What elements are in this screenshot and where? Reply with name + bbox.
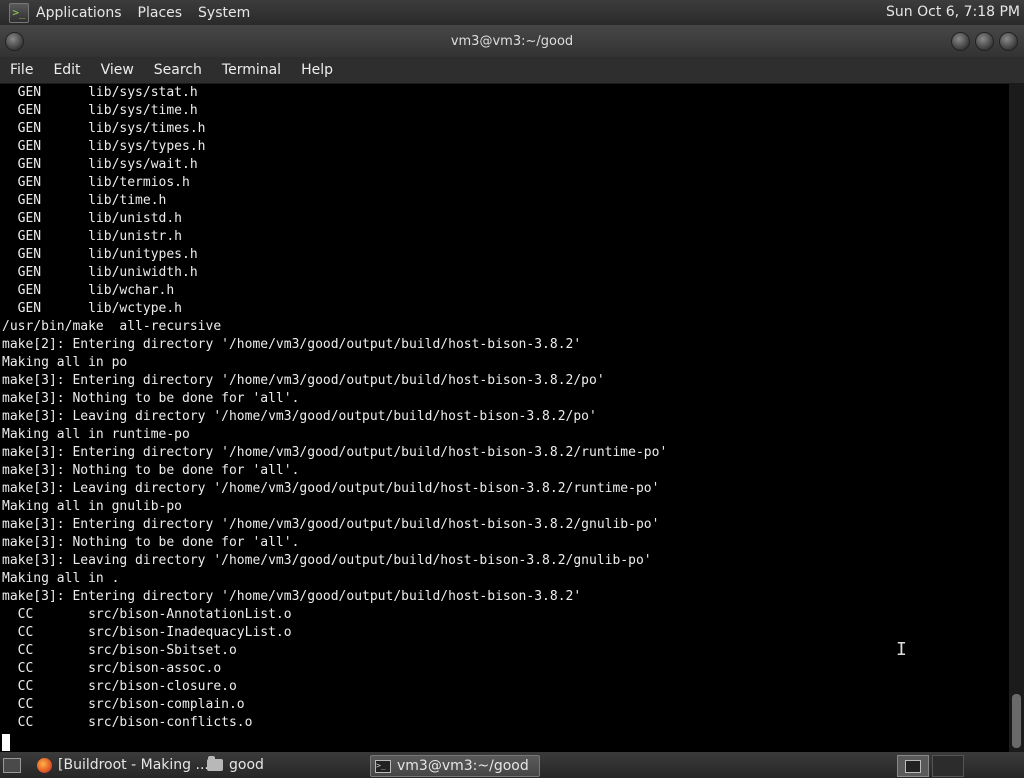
terminal-line: GEN lib/sys/types.h: [2, 139, 206, 154]
menu-help[interactable]: Help: [291, 62, 343, 78]
taskbar-item-terminal[interactable]: >_ vm3@vm3:~/good: [370, 755, 540, 777]
terminal-line: CC src/bison-InadequacyList.o: [2, 625, 292, 640]
terminal-line: GEN lib/unistr.h: [2, 229, 183, 244]
terminal-line: GEN lib/sys/times.h: [2, 121, 206, 136]
terminal-line: CC src/bison-AnnotationList.o: [2, 607, 292, 622]
terminal-line: make[3]: Nothing to be done for 'all'.: [2, 391, 300, 406]
terminal-line: GEN lib/wctype.h: [2, 301, 183, 316]
terminal-icon: [905, 759, 921, 773]
terminal-line: GEN lib/sys/stat.h: [2, 85, 198, 100]
terminal-line: GEN lib/unistd.h: [2, 211, 183, 226]
terminal-line: GEN lib/sys/time.h: [2, 103, 198, 118]
workspace-2[interactable]: [932, 755, 964, 777]
taskbar-item-label: vm3@vm3:~/good: [397, 758, 529, 774]
menu-search[interactable]: Search: [144, 62, 212, 78]
maximize-button[interactable]: [975, 32, 994, 51]
terminal-line: make[3]: Entering directory '/home/vm3/g…: [2, 517, 660, 532]
terminal-output[interactable]: GEN lib/sys/stat.h GEN lib/sys/time.h GE…: [0, 84, 1009, 752]
terminal-scrollbar[interactable]: [1009, 84, 1024, 752]
menu-file[interactable]: File: [0, 62, 43, 78]
show-desktop-icon[interactable]: [3, 758, 21, 773]
terminal-line: make[3]: Entering directory '/home/vm3/g…: [2, 589, 582, 604]
terminal-line: make[3]: Nothing to be done for 'all'.: [2, 463, 300, 478]
menu-terminal[interactable]: Terminal: [212, 62, 291, 78]
terminal-line: CC src/bison-complain.o: [2, 697, 245, 712]
taskbar-item-label: [Buildroot - Making ...: [58, 757, 209, 773]
terminal-line: make[3]: Entering directory '/home/vm3/g…: [2, 445, 668, 460]
terminal-line: Making all in gnulib-po: [2, 499, 183, 514]
window-menu-button[interactable]: [5, 32, 24, 51]
terminal-line: /usr/bin/make all-recursive: [2, 319, 222, 334]
menu-edit[interactable]: Edit: [43, 62, 90, 78]
firefox-icon: [37, 757, 52, 773]
terminal-line: CC src/bison-assoc.o: [2, 661, 222, 676]
taskbar-item-label: good: [229, 757, 264, 773]
terminal-app-icon[interactable]: >_: [9, 2, 29, 23]
top-menu: Applications Places System: [36, 5, 250, 21]
terminal-line: CC src/bison-closure.o: [2, 679, 237, 694]
taskbar-item-browser[interactable]: [Buildroot - Making ...: [37, 755, 209, 775]
terminal-line: CC src/bison-conflicts.o: [2, 715, 253, 730]
workspace-1[interactable]: [897, 755, 929, 777]
terminal-cursor: [2, 734, 10, 751]
clock[interactable]: Sun Oct 6, 7:18 PM: [886, 4, 1020, 20]
terminal-line: make[3]: Entering directory '/home/vm3/g…: [2, 373, 605, 388]
menu-view[interactable]: View: [91, 62, 144, 78]
terminal-line: make[3]: Leaving directory '/home/vm3/go…: [2, 409, 597, 424]
terminal-line: make[3]: Leaving directory '/home/vm3/go…: [2, 553, 652, 568]
places-menu[interactable]: Places: [138, 5, 183, 21]
terminal-line: make[3]: Leaving directory '/home/vm3/go…: [2, 481, 660, 496]
terminal-line: Making all in po: [2, 355, 128, 370]
terminal-icon: >_: [375, 759, 391, 773]
window-title-bar[interactable]: vm3@vm3:~/good: [0, 25, 1024, 58]
close-button[interactable]: [999, 32, 1018, 51]
terminal-line: GEN lib/termios.h: [2, 175, 190, 190]
minimize-button[interactable]: [951, 32, 970, 51]
folder-icon: [207, 756, 223, 771]
terminal-line: GEN lib/wchar.h: [2, 283, 175, 298]
terminal-line: CC src/bison-Sbitset.o: [2, 643, 237, 658]
terminal-line: Making all in runtime-po: [2, 427, 190, 442]
text-cursor-icon: I: [896, 639, 907, 660]
terminal-line: GEN lib/sys/wait.h: [2, 157, 198, 172]
taskbar-item-folder[interactable]: good: [207, 755, 264, 775]
terminal-line: GEN lib/unitypes.h: [2, 247, 198, 262]
scrollbar-thumb[interactable]: [1012, 694, 1021, 748]
terminal-line: make[2]: Entering directory '/home/vm3/g…: [2, 337, 582, 352]
system-menu[interactable]: System: [198, 5, 250, 21]
terminal-line: make[3]: Nothing to be done for 'all'.: [2, 535, 300, 550]
terminal-line: GEN lib/time.h: [2, 193, 167, 208]
terminal-line: Making all in .: [2, 571, 120, 586]
top-panel: >_ Applications Places System Sun Oct 6,…: [0, 0, 1024, 25]
menu-bar: File Edit View Search Terminal Help: [0, 57, 1024, 84]
terminal-line: GEN lib/uniwidth.h: [2, 265, 198, 280]
bottom-panel: [Buildroot - Making ... good >_ vm3@vm3:…: [0, 752, 1024, 778]
window-title: vm3@vm3:~/good: [450, 33, 574, 49]
applications-menu[interactable]: Applications: [36, 5, 122, 21]
